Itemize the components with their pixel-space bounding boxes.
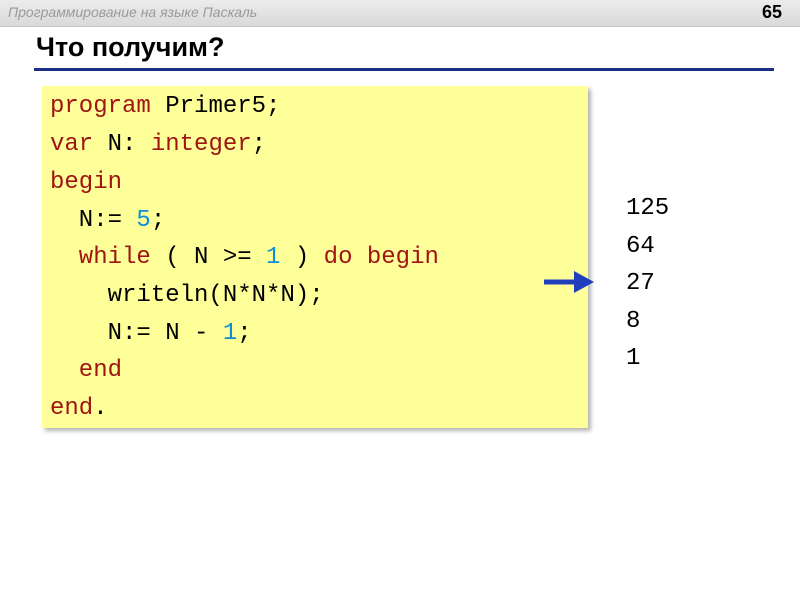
output-line: 64 xyxy=(626,232,655,260)
slide-title: Что получим? xyxy=(36,32,225,62)
code-block: program Primer5; var N: integer; begin N… xyxy=(42,86,588,428)
code-text: ; xyxy=(237,320,252,347)
code-keyword: program xyxy=(50,93,151,120)
output-line: 125 xyxy=(626,195,670,222)
output-line: 1 xyxy=(626,345,641,372)
code-keyword: begin xyxy=(50,169,123,196)
code-text: ( N >= xyxy=(150,244,267,271)
code-text: . xyxy=(93,395,108,422)
code-text: ; xyxy=(150,207,166,234)
code-text: ; xyxy=(251,131,267,158)
code-text: N: xyxy=(93,131,151,158)
course-title: Программирование на языке Паскаль xyxy=(8,4,258,20)
code-text: ) xyxy=(280,244,324,271)
code-keyword: var xyxy=(50,131,94,158)
code-text: Primer5; xyxy=(150,93,281,120)
header-bar: Программирование на языке Паскаль 65 xyxy=(0,0,800,27)
code-line-7: N:= N - 1; xyxy=(50,319,252,349)
code-keyword: while xyxy=(50,244,151,271)
code-number: 1 xyxy=(222,320,238,347)
code-line-1: program Primer5; xyxy=(50,92,280,122)
program-output: 125 64 27 8 1 xyxy=(626,190,669,378)
code-line-5: while ( N >= 1 ) do begin xyxy=(50,243,439,273)
page-number: 65 xyxy=(761,2,782,22)
code-text: N:= xyxy=(50,207,137,234)
code-line-3: begin xyxy=(50,168,122,198)
code-number: 5 xyxy=(136,207,151,234)
code-line-4: N:= 5; xyxy=(50,206,165,236)
code-keyword: integer xyxy=(150,131,252,158)
code-text: N:= N - xyxy=(50,320,223,347)
code-line-8: end xyxy=(50,356,122,386)
code-line-2: var N: integer; xyxy=(50,130,266,160)
code-text: writeln(N*N*N); xyxy=(50,282,324,309)
output-line: 27 xyxy=(626,270,655,297)
code-keyword: end xyxy=(50,357,123,384)
code-keyword: end xyxy=(50,395,94,422)
code-number: 1 xyxy=(266,244,281,271)
output-line: 8 xyxy=(626,307,641,335)
code-keyword: do begin xyxy=(323,244,439,271)
title-divider xyxy=(34,68,774,71)
arrow-right-icon xyxy=(544,271,594,293)
code-line-6: writeln(N*N*N); xyxy=(50,281,324,311)
code-line-9: end. xyxy=(50,394,108,424)
